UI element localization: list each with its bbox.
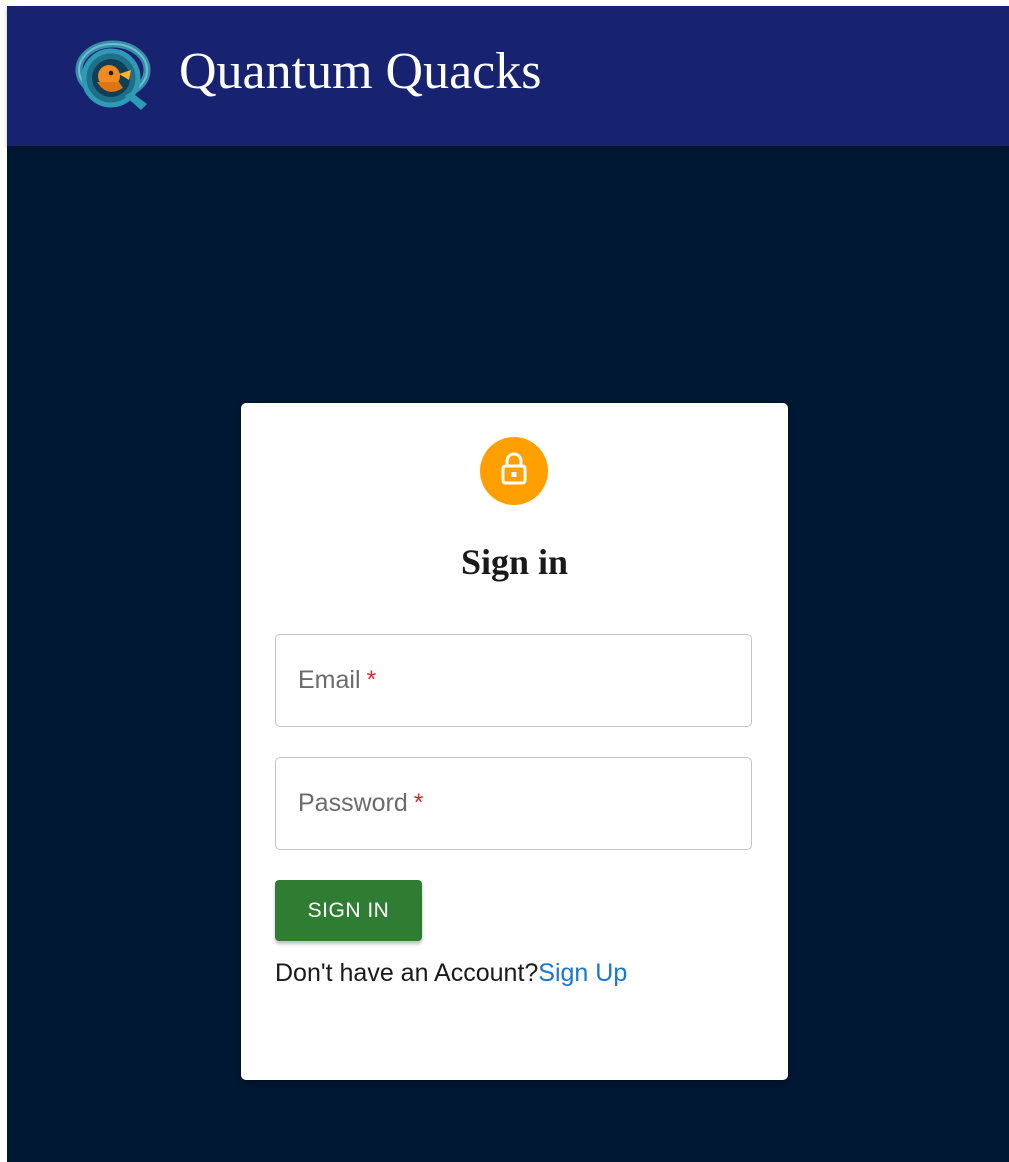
app-root: Quantum Quacks Sign in Email * Password * … [7,6,1009,1162]
sign-up-link[interactable]: Sign Up [538,959,627,987]
password-required-mark: * [413,789,424,817]
password-label-text: Password [298,789,408,817]
signup-prompt: Don't have an Account?Sign Up [275,956,627,990]
app-bar: Quantum Quacks [7,6,1009,146]
lock-icon [499,452,529,491]
no-account-text: Don't have an Account? [275,959,539,987]
password-label: Password * [298,788,424,818]
email-field[interactable]: Email * [275,634,752,727]
lock-avatar [480,437,548,505]
quantum-quacks-logo-icon [67,38,155,114]
email-label-text: Email [298,666,361,694]
app-title: Quantum Quacks [179,43,542,100]
sign-in-card: Sign in Email * Password * SIGN IN Don't h… [241,403,788,1080]
email-label: Email * [298,665,376,695]
email-required-mark: * [366,666,377,694]
sign-in-button[interactable]: SIGN IN [275,880,422,941]
password-field[interactable]: Password * [275,757,752,850]
sign-in-heading: Sign in [460,542,569,582]
